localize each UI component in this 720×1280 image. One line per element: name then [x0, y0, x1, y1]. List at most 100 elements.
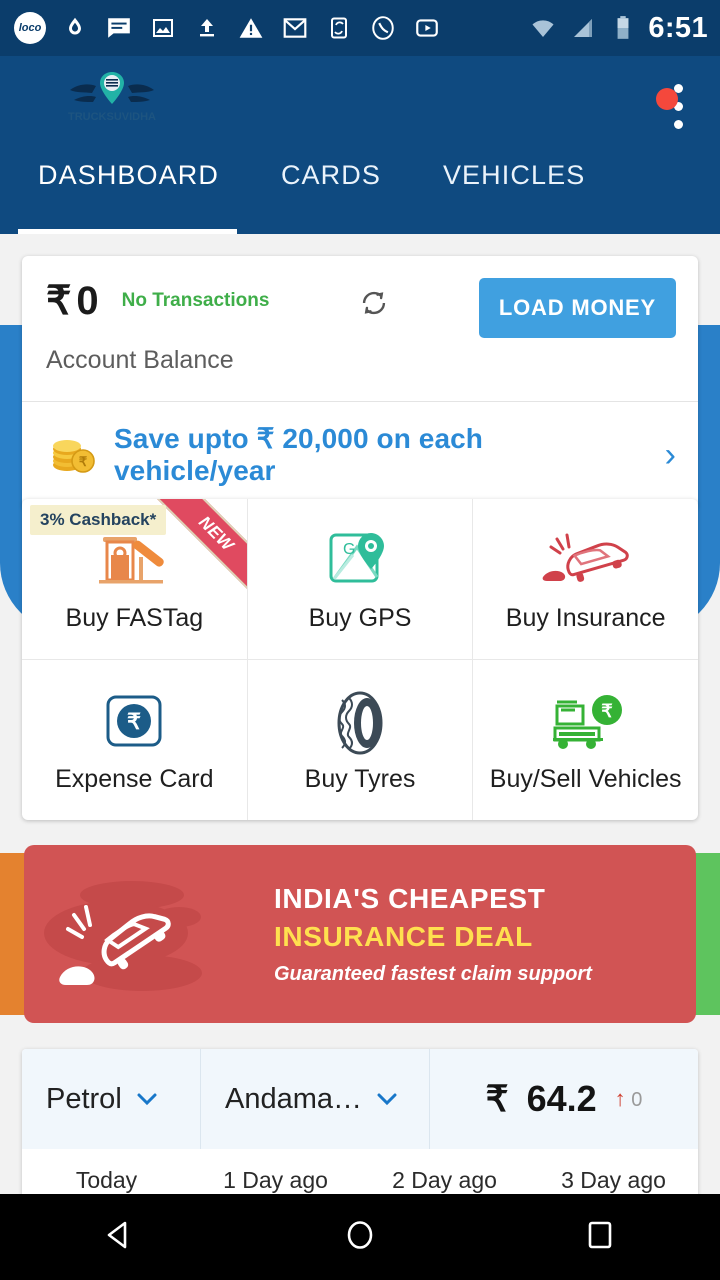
fuel-type-value: Petrol: [46, 1082, 122, 1115]
signal-icon: [568, 13, 598, 43]
recents-button[interactable]: [555, 1207, 645, 1267]
service-label: Buy GPS: [308, 603, 412, 632]
service-buy-gps[interactable]: G Buy GPS: [246, 499, 473, 659]
fuel-price-currency: ₹: [485, 1078, 509, 1119]
tab-vehicles[interactable]: VEHICLES: [443, 156, 585, 191]
refresh-balance-button[interactable]: [269, 278, 478, 320]
service-label: Buy Insurance: [505, 603, 666, 632]
svg-text:G: G: [343, 541, 355, 558]
image-icon: [148, 13, 178, 43]
home-circle-icon: [340, 1215, 380, 1260]
balance-currency: ₹: [46, 279, 72, 323]
service-label: Buy/Sell Vehicles: [489, 764, 682, 793]
balance-caption: Account Balance: [46, 346, 234, 374]
svg-text:₹: ₹: [127, 709, 141, 734]
transactions-status: No Transactions: [121, 290, 270, 311]
promo-line-2: INSURANCE DEAL: [274, 920, 533, 952]
recents-square-icon: [582, 1217, 618, 1258]
service-buy-sell-vehicles[interactable]: ₹ Buy/Sell Vehicles: [472, 660, 698, 820]
cashback-badge: 3% Cashback*: [30, 505, 167, 535]
phone-sync-icon: [324, 13, 354, 43]
truck-rupee-icon: ₹: [541, 687, 631, 759]
fuel-day-label: 3 Day ago: [561, 1167, 666, 1193]
tab-bar: DASHBOARD CARDS VEHICLES: [0, 156, 720, 234]
services-row: 3% Cashback* NEW Buy FASTag G Buy GPS Bu…: [22, 499, 698, 659]
chevron-right-icon: ›: [664, 435, 676, 474]
loco-badge-icon: loco: [14, 12, 46, 44]
promo-banner-insurance[interactable]: INDIA'S CHEAPEST INSURANCE DEAL Guarante…: [24, 845, 696, 1023]
service-expense-card[interactable]: ₹ Expense Card: [22, 660, 247, 820]
drop-sync-icon: [60, 13, 90, 43]
map-pin-icon: G: [323, 526, 397, 598]
promo-banner-text: INDIA'S CHEAPEST INSURANCE DEAL Guarante…: [274, 883, 696, 986]
fuel-history-labels: Today 1 Day ago 2 Day ago 3 Day ago: [22, 1149, 698, 1194]
fuel-day-label: 2 Day ago: [392, 1167, 497, 1193]
status-bar-clock: 6:51: [648, 11, 708, 44]
fuel-price-value: 64.2: [526, 1078, 597, 1119]
fuel-state-dropdown[interactable]: Andama…: [200, 1049, 430, 1149]
rupee-card-icon: ₹: [98, 687, 170, 759]
fuel-type-dropdown[interactable]: Petrol: [22, 1049, 200, 1149]
service-buy-tyres[interactable]: Buy Tyres: [246, 660, 473, 820]
message-icon: [104, 13, 134, 43]
refresh-icon: [357, 286, 391, 320]
tab-cards[interactable]: CARDS: [281, 156, 381, 191]
price-up-arrow-icon: ↑: [614, 1086, 626, 1111]
back-button[interactable]: [75, 1207, 165, 1267]
service-label: Buy FASTag: [65, 603, 204, 632]
balance-top-row: ₹ 0 No Transactions LOAD MONEY: [22, 256, 698, 338]
status-bar-system-icons: 6:51: [528, 12, 708, 45]
fuel-day-label: Today: [75, 1167, 138, 1193]
services-grid: 3% Cashback* NEW Buy FASTag G Buy GPS Bu…: [22, 499, 698, 820]
call-icon: [368, 13, 398, 43]
back-triangle-icon: [100, 1215, 140, 1260]
chevron-down-icon: [376, 1088, 398, 1110]
system-navigation-bar: [0, 1194, 720, 1280]
car-crash-icon: [537, 526, 635, 598]
warning-icon: [236, 13, 266, 43]
service-buy-fastag[interactable]: 3% Cashback* NEW Buy FASTag: [22, 499, 247, 659]
promo-banner-art: [24, 845, 274, 1023]
svg-text:₹: ₹: [79, 454, 88, 469]
youtube-icon: [412, 13, 442, 43]
menu-dot: [673, 119, 683, 129]
status-bar: loco 6:51: [0, 0, 720, 56]
status-bar-notification-icons: loco: [14, 12, 514, 44]
load-money-button[interactable]: LOAD MONEY: [478, 278, 676, 338]
services-row: ₹ Expense Card Buy Tyres ₹ Buy/Sell Vehi…: [22, 659, 698, 820]
fuel-state-value: Andama…: [225, 1082, 363, 1115]
home-button[interactable]: [315, 1207, 405, 1267]
winged-pin-logo: TRUCKSUVIDHA: [62, 64, 162, 126]
promo-carousel: INDIA'S CHEAPEST INSURANCE DEAL Guarante…: [0, 839, 720, 1029]
tab-dashboard[interactable]: DASHBOARD: [38, 156, 219, 191]
fuel-day-label: 1 Day ago: [223, 1167, 328, 1193]
gmail-icon: [280, 13, 310, 43]
service-label: Buy Tyres: [304, 764, 416, 793]
wifi-icon: [528, 13, 558, 43]
notification-badge: [656, 88, 678, 110]
fuel-selector-row: Petrol Andama… ₹ 64.2 ↑ 0: [22, 1049, 698, 1149]
promo-line-1: INDIA'S CHEAPEST: [274, 882, 546, 914]
coins-icon: ₹: [48, 435, 98, 475]
app-screen: loco 6:51 TRUCKSUVIDHA DASHBOARD CARDS V…: [0, 0, 720, 1280]
dashboard-content: ₹ 0 No Transactions LOAD MONEY Account B…: [0, 234, 720, 1239]
chevron-down-icon: [136, 1088, 158, 1110]
tyre-icon: [325, 687, 395, 759]
svg-text:₹: ₹: [601, 701, 613, 721]
balance-figure: ₹ 0 No Transactions: [46, 278, 269, 324]
svg-text:TRUCKSUVIDHA: TRUCKSUVIDHA: [68, 111, 156, 123]
balance-amount: 0: [76, 279, 100, 323]
account-balance-card: ₹ 0 No Transactions LOAD MONEY Account B…: [22, 256, 698, 509]
battery-icon: [608, 13, 638, 43]
savings-promo-row[interactable]: ₹ Save upto ₹ 20,000 on each vehicle/yea…: [22, 402, 698, 509]
fuel-price-display: ₹ 64.2 ↑ 0: [430, 1049, 698, 1149]
overflow-menu-button[interactable]: [656, 76, 698, 136]
price-change-value: 0: [631, 1089, 643, 1111]
service-label: Expense Card: [55, 764, 214, 793]
app-bar: TRUCKSUVIDHA DASHBOARD CARDS VEHICLES: [0, 56, 720, 234]
fuel-price-change: ↑ 0: [615, 1086, 643, 1112]
savings-promo-text: Save upto ₹ 20,000 on each vehicle/year: [114, 423, 484, 486]
upload-icon: [192, 13, 222, 43]
promo-line-3: Guaranteed fastest claim support: [274, 962, 592, 985]
service-buy-insurance[interactable]: Buy Insurance: [472, 499, 698, 659]
